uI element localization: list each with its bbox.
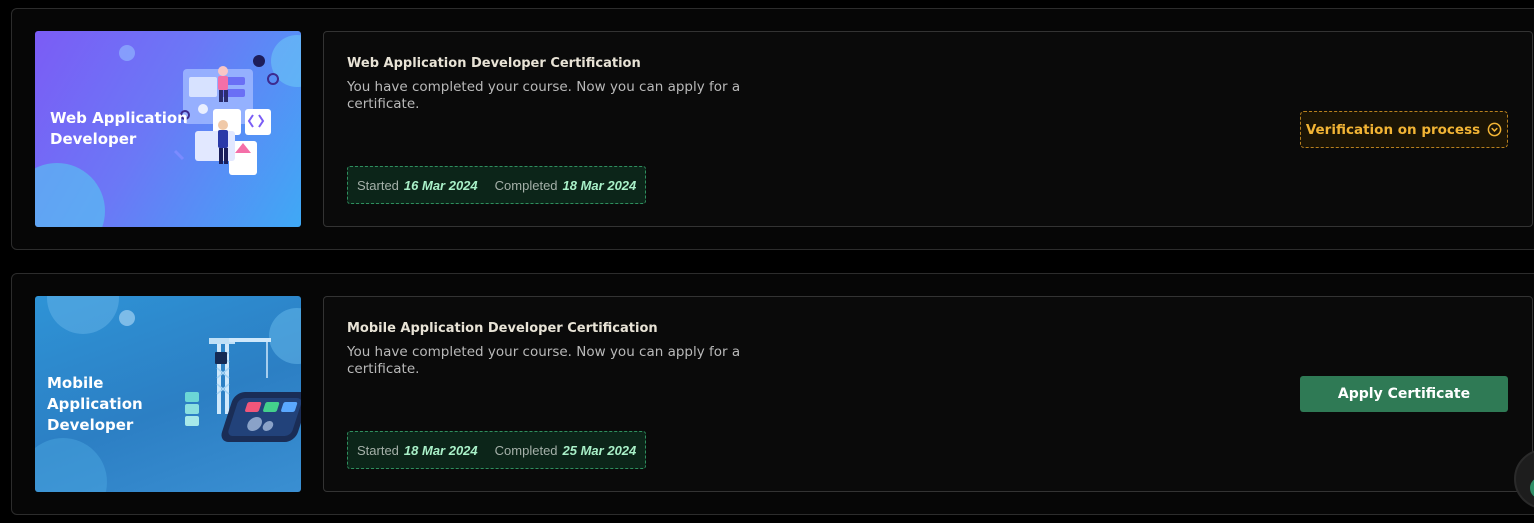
course-thumbnail-mobile: Mobile Application Developer <box>35 296 301 492</box>
verification-status-label: Verification on process <box>1305 121 1481 138</box>
course-title: Web Application Developer Certification <box>347 56 641 71</box>
course-title: Mobile Application Developer Certificati… <box>347 321 658 336</box>
course-dates-badge: Started 16 Mar 2024 Completed 18 Mar 202… <box>347 166 647 204</box>
thumbnail-title-line1: Web Application <box>50 109 188 127</box>
course-info-panel: Mobile Application Developer Certificati… <box>323 296 1533 492</box>
completed-date: 18 Mar 2024 <box>562 177 637 193</box>
thumbnail-title: Web Application Developer <box>50 108 200 150</box>
course-thumbnail-web: Web Application Developer <box>35 31 301 227</box>
course-description: You have completed your course. Now you … <box>347 344 741 377</box>
started-label: Started <box>357 177 399 193</box>
clock-icon <box>1487 122 1502 137</box>
chat-icon <box>1530 477 1534 499</box>
thumbnail-title: Mobile Application Developer <box>47 373 197 436</box>
verification-status-badge: Verification on process <box>1300 111 1508 148</box>
completed-date: 25 Mar 2024 <box>562 442 637 458</box>
course-card-mobile: Mobile Application Developer Mobile Appl… <box>11 273 1534 515</box>
started-date: 18 Mar 2024 <box>403 442 478 458</box>
started-label: Started <box>357 442 399 458</box>
course-card-web: Web Application Developer Web Applicatio… <box>11 8 1534 250</box>
thumbnail-title-line1: Mobile Application <box>47 374 143 413</box>
completed-label: Completed <box>494 177 558 193</box>
apply-certificate-button[interactable]: Apply Certificate <box>1300 376 1508 412</box>
completed-label: Completed <box>494 442 558 458</box>
course-description: You have completed your course. Now you … <box>347 79 741 112</box>
course-dates-badge: Started 18 Mar 2024 Completed 25 Mar 202… <box>347 431 647 469</box>
thumbnail-title-line2: Developer <box>50 130 137 148</box>
thumbnail-title-line2: Developer <box>47 416 134 434</box>
course-info-panel: Web Application Developer Certification … <box>323 31 1533 227</box>
started-date: 16 Mar 2024 <box>403 177 478 193</box>
